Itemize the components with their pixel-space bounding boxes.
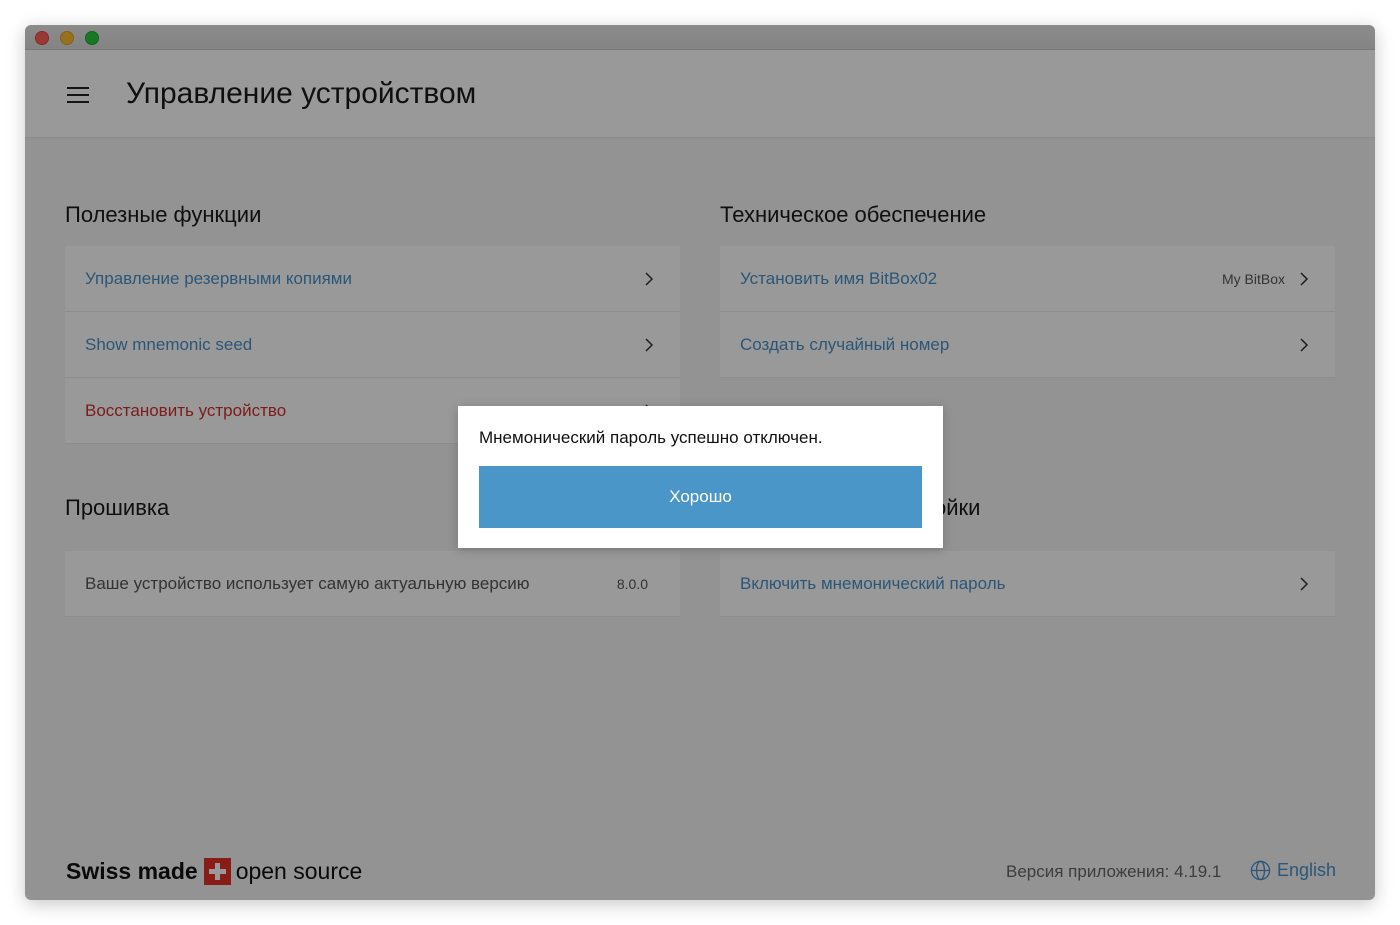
app-window: Управление устройством Полезные функции … [25, 25, 1375, 900]
confirmation-dialog: Мнемонический пароль успешно отключен. Х… [458, 406, 943, 548]
ok-button[interactable]: Хорошо [479, 466, 922, 528]
dialog-message: Мнемонический пароль успешно отключен. [479, 428, 823, 447]
